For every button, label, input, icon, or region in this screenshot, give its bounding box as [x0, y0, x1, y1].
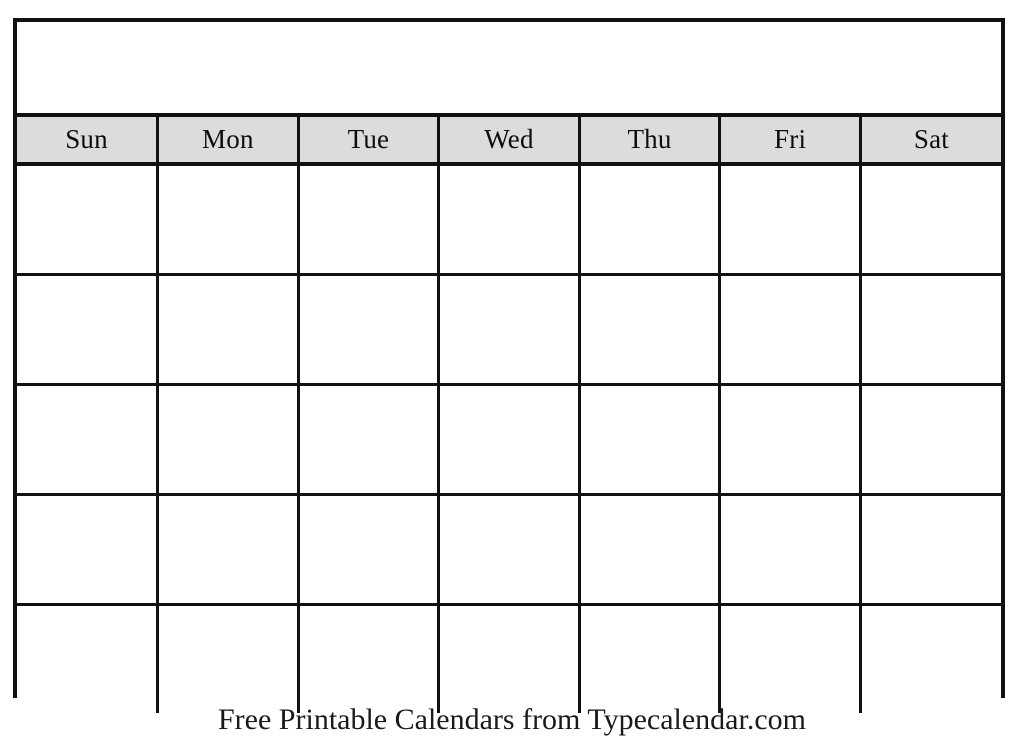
day-number: [721, 606, 859, 611]
day-cell[interactable]: [296, 603, 441, 713]
weekday-label: Sat: [913, 124, 949, 154]
day-number: [440, 606, 578, 611]
day-number: [300, 276, 438, 281]
day-cell[interactable]: [156, 603, 300, 713]
day-cell[interactable]: [858, 383, 1001, 495]
day-cell[interactable]: [296, 493, 441, 605]
day-cell[interactable]: [17, 162, 160, 275]
day-number: [862, 386, 1001, 391]
weekday-header-sat: Sat: [858, 115, 1001, 166]
day-number: [581, 166, 719, 171]
weekday-label: Tue: [347, 124, 390, 154]
calendar-week-row: [17, 162, 1001, 275]
day-cell[interactable]: [858, 273, 1001, 385]
day-cell[interactable]: [718, 383, 862, 495]
day-cell[interactable]: [437, 603, 581, 713]
weekday-header-row: Sun Mon Tue Wed Thu Fri Sat: [17, 115, 1001, 166]
day-number: [159, 386, 297, 391]
day-number: [300, 606, 438, 611]
calendar-week-row: [17, 273, 1001, 385]
day-number: [159, 276, 297, 281]
day-number: [159, 496, 297, 501]
calendar-page: Sun Mon Tue Wed Thu Fri Sat Free Printab…: [0, 0, 1024, 740]
day-number: [862, 496, 1001, 501]
day-number: [300, 496, 438, 501]
day-number: [581, 276, 719, 281]
day-number: [721, 386, 859, 391]
calendar-grid: Sun Mon Tue Wed Thu Fri Sat: [13, 18, 1005, 713]
day-number: [581, 606, 719, 611]
calendar-title-cell[interactable]: [17, 22, 1001, 117]
day-number: [159, 166, 297, 171]
day-number: [721, 276, 859, 281]
footer-attribution-text: Free Printable Calendars from Typecalend…: [218, 703, 806, 737]
day-number: [862, 276, 1001, 281]
day-number: [581, 496, 719, 501]
day-cell[interactable]: [156, 273, 300, 385]
weekday-label: Thu: [627, 124, 672, 154]
day-cell[interactable]: [577, 493, 722, 605]
day-cell[interactable]: [437, 162, 581, 275]
weekday-header-mon: Mon: [156, 115, 300, 166]
weekday-label: Wed: [484, 124, 534, 154]
day-number: [17, 166, 156, 171]
day-cell[interactable]: [296, 383, 441, 495]
day-cell[interactable]: [577, 162, 722, 275]
weekday-header-wed: Wed: [437, 115, 581, 166]
day-cell[interactable]: [858, 493, 1001, 605]
day-number: [862, 166, 1001, 171]
day-cell[interactable]: [718, 603, 862, 713]
day-cell[interactable]: [718, 273, 862, 385]
calendar-week-row: [17, 383, 1001, 495]
day-number: [17, 496, 156, 501]
calendar-table: Sun Mon Tue Wed Thu Fri Sat: [17, 22, 1001, 713]
day-number: [721, 166, 859, 171]
weekday-label: Sun: [65, 124, 108, 154]
footer: Free Printable Calendars from Typecalend…: [0, 700, 1024, 740]
day-number: [440, 496, 578, 501]
day-number: [440, 166, 578, 171]
day-number: [862, 606, 1001, 611]
day-cell[interactable]: [17, 603, 160, 713]
day-cell[interactable]: [156, 383, 300, 495]
day-number: [159, 606, 297, 611]
weekday-label: Mon: [202, 124, 254, 154]
day-cell[interactable]: [718, 162, 862, 275]
day-number: [17, 606, 156, 611]
weekday-label: Fri: [774, 124, 807, 154]
calendar-title-row: [17, 22, 1001, 117]
day-cell[interactable]: [577, 603, 722, 713]
day-cell[interactable]: [296, 162, 441, 275]
day-cell[interactable]: [577, 273, 722, 385]
day-number: [581, 386, 719, 391]
day-cell[interactable]: [17, 383, 160, 495]
day-cell[interactable]: [156, 493, 300, 605]
page-title: [17, 67, 1001, 68]
weekday-header-thu: Thu: [577, 115, 722, 166]
day-number: [17, 276, 156, 281]
day-cell[interactable]: [437, 383, 581, 495]
day-cell[interactable]: [718, 493, 862, 605]
day-cell[interactable]: [577, 383, 722, 495]
weekday-header-sun: Sun: [17, 115, 160, 166]
day-cell[interactable]: [858, 603, 1001, 713]
day-cell[interactable]: [156, 162, 300, 275]
day-cell[interactable]: [17, 273, 160, 385]
day-number: [440, 386, 578, 391]
weekday-header-tue: Tue: [296, 115, 441, 166]
day-cell[interactable]: [17, 493, 160, 605]
day-number: [17, 386, 156, 391]
day-number: [300, 386, 438, 391]
calendar-week-row: [17, 603, 1001, 713]
day-cell[interactable]: [437, 273, 581, 385]
day-number: [440, 276, 578, 281]
day-number: [300, 166, 438, 171]
day-cell[interactable]: [437, 493, 581, 605]
day-cell[interactable]: [296, 273, 441, 385]
day-cell[interactable]: [858, 162, 1001, 275]
calendar-week-row: [17, 493, 1001, 605]
weekday-header-fri: Fri: [718, 115, 862, 166]
day-number: [721, 496, 859, 501]
